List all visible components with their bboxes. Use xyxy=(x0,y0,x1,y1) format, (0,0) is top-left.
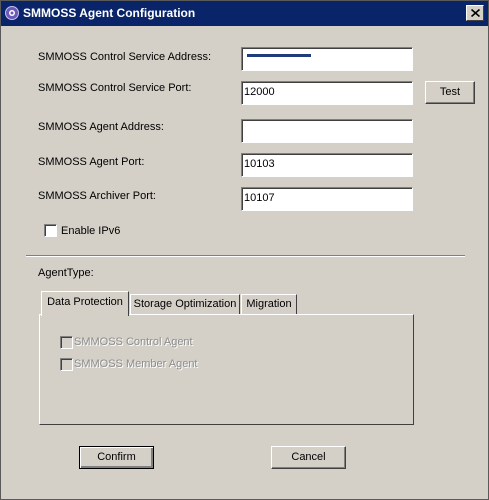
archiver-port-field[interactable] xyxy=(241,187,413,211)
agent-port-label: SMMOSS Agent Port: xyxy=(38,156,145,168)
config-window: SMMOSS Agent Configuration SMMOSS Contro… xyxy=(0,0,489,500)
separator xyxy=(26,255,465,257)
control-service-address-label: SMMOSS Control Service Address: xyxy=(38,51,212,63)
archiver-port-label: SMMOSS Archiver Port: xyxy=(38,190,156,202)
tab-migration[interactable]: Migration xyxy=(241,294,297,314)
close-icon xyxy=(471,9,480,17)
agent-address-input[interactable] xyxy=(244,124,410,136)
control-service-port-field[interactable] xyxy=(241,81,413,105)
control-agent-checkbox[interactable] xyxy=(60,336,73,349)
tab-storage-optimization-label: Storage Optimization xyxy=(133,298,237,310)
confirm-button[interactable]: Confirm xyxy=(79,446,154,469)
member-agent-label: SMMOSS Member Agent xyxy=(74,358,198,370)
control-service-port-label: SMMOSS Control Service Port: xyxy=(38,82,192,94)
agent-address-field[interactable] xyxy=(241,119,413,143)
close-button[interactable] xyxy=(466,5,484,21)
app-logo-icon xyxy=(5,6,19,20)
control-service-port-input[interactable] xyxy=(244,86,410,98)
window-title: SMMOSS Agent Configuration xyxy=(23,6,196,20)
agent-port-input[interactable] xyxy=(244,158,410,170)
tab-storage-optimization[interactable]: Storage Optimization xyxy=(130,294,240,314)
tab-migration-label: Migration xyxy=(246,298,292,310)
tab-data-protection-label: Data Protection xyxy=(47,296,123,308)
enable-ipv6-label[interactable]: Enable IPv6 xyxy=(61,225,120,237)
tab-data-protection[interactable]: Data Protection xyxy=(41,291,129,316)
member-agent-checkbox[interactable] xyxy=(60,358,73,371)
agent-port-field[interactable] xyxy=(241,153,413,177)
cancel-button[interactable]: Cancel xyxy=(271,446,346,469)
title-bar[interactable]: SMMOSS Agent Configuration xyxy=(1,1,488,26)
redacted-value xyxy=(247,54,311,57)
enable-ipv6-checkbox[interactable] xyxy=(44,224,57,237)
agent-address-label: SMMOSS Agent Address: xyxy=(38,121,164,133)
test-button[interactable]: Test xyxy=(425,81,475,104)
archiver-port-input[interactable] xyxy=(244,192,410,204)
control-service-address-field[interactable] xyxy=(241,47,413,71)
agent-type-label: AgentType: xyxy=(38,267,94,279)
control-agent-label: SMMOSS Control Agent xyxy=(74,336,193,348)
